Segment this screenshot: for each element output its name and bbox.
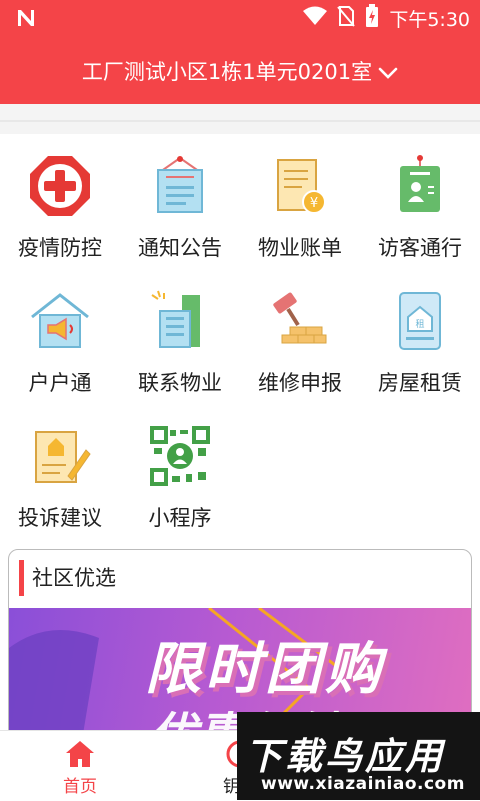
chevron-down-icon [378, 61, 398, 85]
mini-program-qr-icon [150, 426, 210, 486]
property-building-icon [151, 290, 200, 348]
service-grid: 疫情防控 通知公告 ¥ 物业账单 访客通行 户户通 联系物业 维修申报 租 房屋… [0, 134, 480, 544]
service-label: 小程序 [148, 506, 212, 530]
status-bar: 下午5:30 [0, 0, 480, 36]
service-bill[interactable]: ¥ 物业账单 [240, 134, 360, 264]
service-miniprogram[interactable]: 小程序 [120, 404, 240, 534]
watermark-title: 下载鸟应用 [245, 735, 445, 778]
banner-title: 限时团购 [145, 637, 385, 702]
bill-icon: ¥ [277, 159, 326, 214]
house-rental-icon: 租 [399, 292, 441, 350]
service-rental[interactable]: 租 房屋租赁 [360, 269, 480, 399]
tab-home[interactable]: 首页 [20, 731, 140, 801]
svg-text:¥: ¥ [310, 196, 318, 211]
service-label: 投诉建议 [18, 506, 102, 530]
battery-charging-icon [365, 3, 379, 33]
address-text: 工厂测试小区1栋1单元0201室 [81, 60, 373, 84]
watermark-url: www.xiazainiao.com [261, 774, 465, 794]
complaint-note-icon [35, 431, 91, 483]
service-label: 户户通 [28, 371, 92, 395]
service-epidemic[interactable]: 疫情防控 [0, 134, 120, 264]
service-complaint[interactable]: 投诉建议 [0, 404, 120, 534]
notification-n-icon [14, 6, 38, 34]
status-time: 下午5:30 [389, 8, 470, 31]
wifi-icon [303, 6, 328, 31]
service-label: 房屋租赁 [378, 371, 462, 395]
service-label: 疫情防控 [18, 236, 102, 260]
tab-label: 首页 [63, 777, 97, 797]
service-visitor[interactable]: 访客通行 [360, 134, 480, 264]
service-label: 物业账单 [258, 236, 342, 260]
service-contact[interactable]: 联系物业 [120, 269, 240, 399]
service-label: 访客通行 [378, 236, 462, 260]
medical-cross-icon [30, 156, 90, 216]
address-selector[interactable]: 工厂测试小区1栋1单元0201室 [0, 56, 480, 86]
visitor-pass-icon [400, 155, 440, 212]
service-label: 通知公告 [138, 236, 222, 260]
divider-band [0, 104, 480, 134]
watermark: 下载鸟应用 www.xiazainiao.com [237, 712, 480, 800]
notice-board-icon [157, 156, 203, 213]
no-sim-icon [337, 5, 356, 32]
service-label: 联系物业 [138, 371, 222, 395]
repair-hammer-icon [273, 292, 327, 344]
service-broadcast[interactable]: 户户通 [0, 269, 120, 399]
svg-text:租: 租 [415, 319, 424, 330]
header: 工厂测试小区1栋1单元0201室 [0, 36, 480, 104]
service-notice[interactable]: 通知公告 [120, 134, 240, 264]
service-label: 维修申报 [258, 371, 342, 395]
section-title: 社区优选 [19, 560, 116, 596]
service-repair[interactable]: 维修申报 [240, 269, 360, 399]
home-icon [66, 741, 94, 767]
home-broadcast-icon [31, 293, 89, 348]
